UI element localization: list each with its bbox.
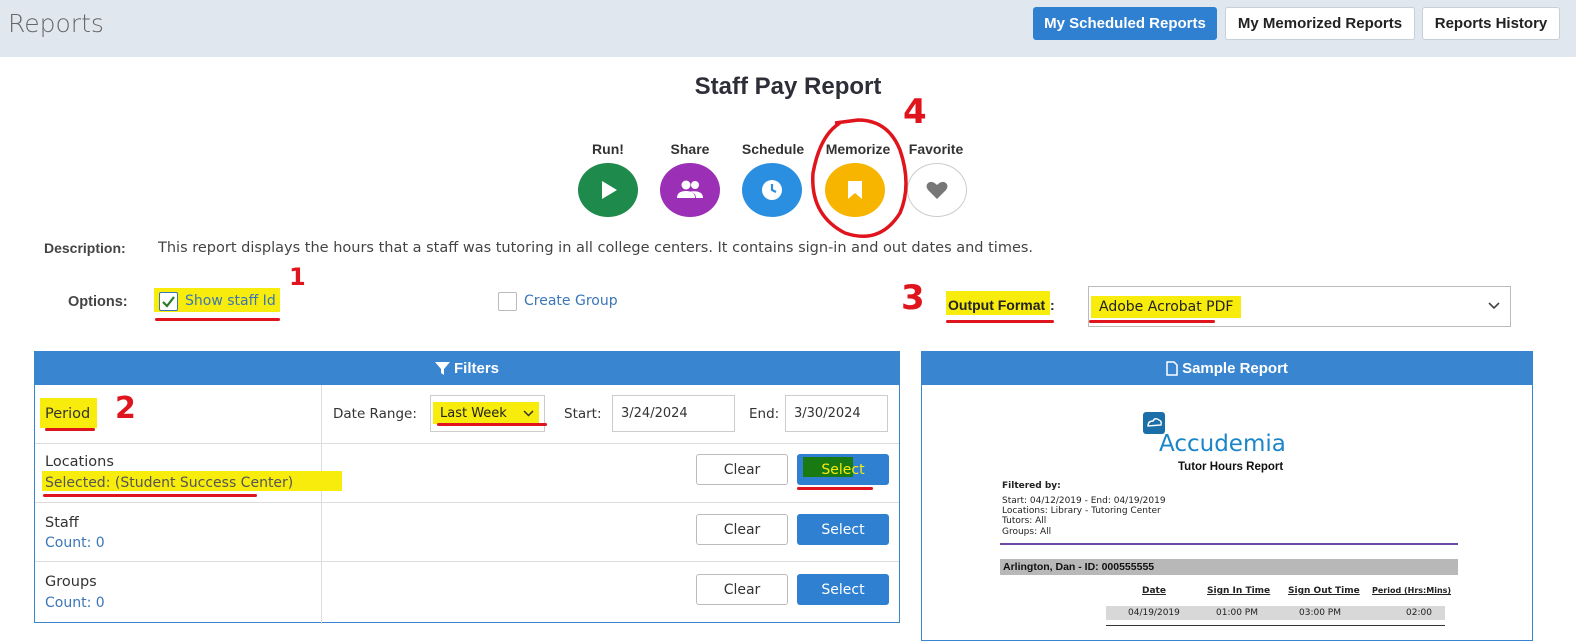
create-group-label[interactable]: Create Group xyxy=(524,293,618,309)
staff-label: Staff xyxy=(45,515,79,531)
sample-report-panel: Sample Report Accudemia Tutor Hours Repo… xyxy=(921,351,1533,641)
sample-col-header: Date xyxy=(1142,586,1166,596)
sample-report-preview: Accudemia Tutor Hours Report Filtered by… xyxy=(922,385,1532,640)
annotation-underline xyxy=(43,494,257,497)
pdf-file-icon xyxy=(1166,361,1178,376)
locations-label: Locations xyxy=(45,454,114,470)
period-row: Period 2 Date Range: Last Week Start: 3/… xyxy=(35,385,899,443)
annotation-number-2: 2 xyxy=(115,391,136,426)
groups-count: Count: 0 xyxy=(45,595,105,611)
sample-table-row: 04/19/2019 01:00 PM 03:00 PM 02:00 xyxy=(1106,606,1445,620)
sample-report-title: Sample Report xyxy=(1182,360,1288,377)
groups-select-button[interactable]: Select xyxy=(797,574,889,605)
options-label: Options: xyxy=(68,294,128,310)
output-format-value: Adobe Acrobat PDF xyxy=(1099,299,1234,315)
sample-col-header: Period (Hrs:Mins) xyxy=(1372,586,1452,595)
sample-person-bar: Arlington, Dan - ID: 000555555 xyxy=(1000,559,1458,575)
checkmark-icon xyxy=(162,296,175,308)
filters-panel: Filters Period 2 Date Range: Last Week S… xyxy=(34,351,900,624)
users-icon xyxy=(677,180,703,198)
share-button[interactable] xyxy=(660,163,720,217)
schedule-button[interactable] xyxy=(742,163,802,217)
staff-select-button[interactable]: Select xyxy=(797,514,889,545)
sample-cell: 01:00 PM xyxy=(1216,608,1258,618)
groups-clear-button[interactable]: Clear xyxy=(696,574,788,605)
divider xyxy=(321,385,322,443)
end-date-input[interactable]: 3/30/2024 xyxy=(785,395,888,432)
chevron-down-icon xyxy=(523,410,534,417)
sample-filter-line: Groups: All xyxy=(1002,527,1052,537)
period-label: Period xyxy=(45,406,91,422)
app-title: Reports xyxy=(8,9,104,38)
show-staff-id-checkbox[interactable] xyxy=(159,292,178,311)
sample-filter-line: Start: 04/12/2019 - End: 04/19/2019 xyxy=(1002,496,1166,506)
start-label: Start: xyxy=(564,406,602,422)
sample-filter-line: Locations: Library - Tutoring Center xyxy=(1002,506,1161,516)
filters-header: Filters xyxy=(35,352,899,385)
top-bar: Reports My Scheduled Reports My Memorize… xyxy=(0,0,1576,57)
description-label: Description: xyxy=(44,240,126,256)
run-button[interactable] xyxy=(578,163,638,217)
locations-select-label: Select xyxy=(821,461,865,478)
sample-subtitle: Tutor Hours Report xyxy=(1178,461,1284,473)
staff-count: Count: 0 xyxy=(45,535,105,551)
sample-cell: 04/19/2019 xyxy=(1128,608,1180,618)
divider xyxy=(321,503,322,562)
description-text: This report displays the hours that a st… xyxy=(158,240,1034,256)
annotation-underline xyxy=(155,318,280,321)
my-memorized-reports-button[interactable]: My Memorized Reports xyxy=(1225,7,1415,40)
groups-row: Groups Count: 0 Clear Select xyxy=(35,561,899,624)
annotation-number-3: 3 xyxy=(901,278,925,318)
annotation-underline xyxy=(797,487,873,490)
output-format-colon: : xyxy=(1050,297,1055,313)
sample-col-header: Sign In Time xyxy=(1207,586,1271,596)
play-icon xyxy=(602,181,617,199)
annotation-number-1: 1 xyxy=(289,263,306,291)
date-range-select[interactable]: Last Week xyxy=(430,395,545,432)
sample-report-header: Sample Report xyxy=(922,352,1532,385)
start-date-input[interactable]: 3/24/2024 xyxy=(612,395,735,432)
end-label: End: xyxy=(749,406,780,422)
locations-selected: Selected: (Student Success Center) xyxy=(45,475,294,491)
locations-clear-button[interactable]: Clear xyxy=(696,454,788,485)
chevron-down-icon xyxy=(1488,302,1500,310)
my-scheduled-reports-button[interactable]: My Scheduled Reports xyxy=(1033,7,1217,40)
locations-select-button[interactable]: Select xyxy=(797,454,889,485)
filters-title: Filters xyxy=(453,360,499,377)
groups-label: Groups xyxy=(45,574,97,590)
sample-filter-line: Tutors: All xyxy=(1002,516,1047,526)
sample-cell: 02:00 xyxy=(1406,608,1432,618)
annotation-number-4: 4 xyxy=(903,92,927,132)
clock-icon xyxy=(762,180,782,200)
annotation-underline xyxy=(437,423,547,426)
staff-clear-button[interactable]: Clear xyxy=(696,514,788,545)
sample-cell: 03:00 PM xyxy=(1299,608,1341,618)
date-range-label: Date Range: xyxy=(333,406,417,422)
locations-row: Locations Selected: (Student Success Cen… xyxy=(35,443,899,503)
create-group-checkbox[interactable] xyxy=(498,292,517,311)
sample-col-header: Sign Out Time xyxy=(1288,586,1360,596)
divider xyxy=(321,562,322,624)
annotation-underline xyxy=(946,320,1054,323)
reports-history-button[interactable]: Reports History xyxy=(1422,7,1560,40)
divider xyxy=(1106,625,1445,626)
run-label: Run! xyxy=(592,141,624,157)
date-range-value: Last Week xyxy=(440,406,507,421)
staff-row: Staff Count: 0 Clear Select xyxy=(35,502,899,562)
sample-filtered-by: Filtered by: xyxy=(1002,481,1061,491)
show-staff-id-label[interactable]: Show staff Id xyxy=(185,293,276,309)
divider xyxy=(1000,543,1458,545)
filter-icon xyxy=(434,362,450,375)
sample-person: Arlington, Dan - ID: 000555555 xyxy=(1003,561,1155,573)
annotation-underline xyxy=(1089,320,1215,323)
sample-brand: Accudemia xyxy=(1159,431,1286,457)
output-format-label: Output Format xyxy=(948,297,1046,313)
page-title: Staff Pay Report xyxy=(694,73,882,100)
share-label: Share xyxy=(670,141,710,157)
annotation-underline xyxy=(45,428,95,431)
